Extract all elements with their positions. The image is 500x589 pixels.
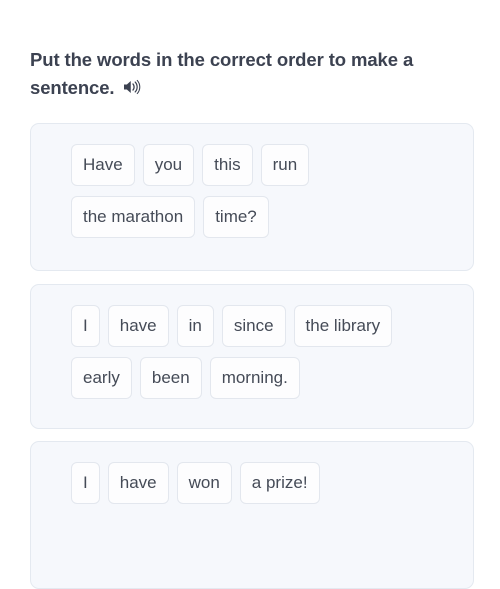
prompt-text: Put the words in the correct order to ma… [30,49,414,99]
word-tile[interactable]: time? [203,196,269,238]
word-tile[interactable]: Have [71,144,135,186]
word-tile[interactable]: have [107,462,169,504]
word-tile[interactable]: you [142,144,195,186]
word-tile-container: I have won a prize! [31,442,473,504]
word-tile[interactable]: have [107,305,169,347]
word-tile[interactable]: I [71,462,100,504]
word-tile-container: I have in since the library early been m… [31,285,473,399]
exercise-page: Put the words in the correct order to ma… [0,0,500,589]
word-tile-row: the marathon time? [71,196,473,238]
question-card: I have in since the library early been m… [30,284,474,429]
question-card: Have you this run the marathon time? [30,123,474,271]
speaker-icon[interactable] [123,79,141,95]
word-tile[interactable]: in [176,305,214,347]
word-tile-row: I have in since the library [71,305,473,347]
word-tile[interactable]: the marathon [71,196,196,238]
word-tile[interactable]: run [260,144,310,186]
word-tile-container: Have you this run the marathon time? [31,124,473,238]
word-tile[interactable]: this [202,144,253,186]
word-tile-row: Have you this run [71,144,473,186]
word-tile[interactable]: been [139,357,202,399]
question-card: I have won a prize! [30,441,474,589]
word-tile-row: I have won a prize! [71,462,473,504]
word-tile[interactable]: the library [293,305,393,347]
word-tile[interactable]: morning. [209,357,300,399]
word-tile[interactable]: won [176,462,232,504]
word-tile[interactable]: I [71,305,100,347]
word-tile-row: early been morning. [71,357,473,399]
page-title: Put the words in the correct order to ma… [30,46,460,102]
word-tile[interactable]: a prize! [239,462,320,504]
word-tile[interactable]: since [221,305,286,347]
word-tile[interactable]: early [71,357,132,399]
